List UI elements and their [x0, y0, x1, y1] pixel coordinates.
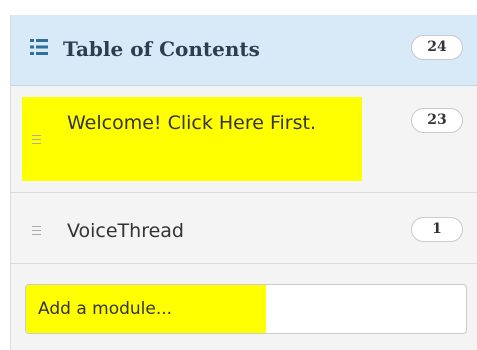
- drag-handle-icon[interactable]: [32, 135, 41, 144]
- module-title[interactable]: VoiceThread: [67, 218, 184, 244]
- toc-count-badge: 24: [411, 35, 463, 60]
- add-module-input[interactable]: Add a module...: [25, 284, 467, 334]
- module-item-welcome[interactable]: Welcome! Click Here First. 23: [11, 87, 477, 193]
- toc-header[interactable]: Table of Contents 24: [11, 15, 477, 86]
- toc-title: Table of Contents: [63, 37, 260, 61]
- module-count-badge: 23: [411, 108, 463, 133]
- table-of-contents-panel: Table of Contents 24 Welcome! Click Here…: [10, 15, 477, 350]
- drag-handle-icon[interactable]: [32, 226, 41, 235]
- module-count-badge: 1: [411, 217, 463, 242]
- list-icon: [30, 39, 48, 55]
- add-module-area: Add a module...: [11, 265, 477, 350]
- module-item-voicethread[interactable]: VoiceThread 1: [11, 194, 477, 264]
- add-module-placeholder: Add a module...: [38, 299, 173, 319]
- module-title[interactable]: Welcome! Click Here First.: [67, 110, 357, 136]
